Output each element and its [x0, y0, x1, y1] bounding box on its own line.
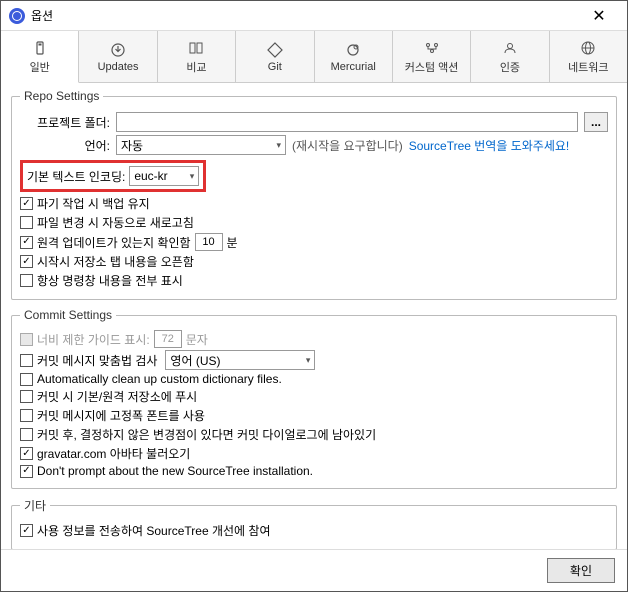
- other-settings-group: 기타 사용 정보를 전송하여 SourceTree 개선에 참여: [11, 497, 617, 549]
- encoding-highlight: 기본 텍스트 인코딩: euc-kr: [20, 160, 206, 192]
- checkbox-backup[interactable]: [20, 197, 33, 210]
- other-legend: 기타: [20, 497, 50, 514]
- checkbox-open-tabs[interactable]: [20, 255, 33, 268]
- tab-updates[interactable]: Updates: [79, 31, 157, 82]
- width-suffix: 문자: [186, 331, 208, 348]
- repo-settings-group: Repo Settings 프로젝트 폴더: ... 언어: 자동 (재시작을 …: [11, 89, 617, 300]
- checkbox-no-prompt[interactable]: [20, 465, 33, 478]
- tab-label: Git: [268, 61, 282, 73]
- tab-label: Updates: [98, 61, 139, 73]
- tab-mercurial[interactable]: Mercurial: [315, 31, 393, 82]
- tab-label: 일반: [30, 59, 50, 75]
- network-icon: [579, 39, 597, 57]
- checkbox-spellcheck[interactable]: [20, 354, 33, 367]
- user-icon: [501, 39, 519, 57]
- checkbox-label: gravatar.com 아바타 불러오기: [37, 445, 190, 462]
- restart-note: (재시작을 요구합니다): [292, 137, 403, 154]
- tab-auth[interactable]: 인증: [471, 31, 549, 82]
- checkbox-label: Automatically clean up custom dictionary…: [37, 372, 282, 386]
- footer: 확인: [1, 549, 627, 591]
- tab-custom-actions[interactable]: 커스텀 액션: [393, 31, 471, 82]
- tab-label: 커스텀 액션: [405, 59, 459, 75]
- general-icon: [31, 39, 49, 57]
- checkbox-clean-dict[interactable]: [20, 373, 33, 386]
- checkbox-label: 커밋 메시지에 고정폭 폰트를 사용: [37, 407, 205, 424]
- titlebar: 옵션 ✕: [1, 1, 627, 31]
- window-title: 옵션: [31, 7, 579, 24]
- tabbar: 일반 Updates 비교 Git Mercurial 커스텀 액션 인증 네: [1, 31, 627, 83]
- checkbox-fixed-font[interactable]: [20, 409, 33, 422]
- checkbox-push-commit[interactable]: [20, 390, 33, 403]
- actions-icon: [423, 39, 441, 57]
- checkbox-autorefresh[interactable]: [20, 216, 33, 229]
- checkbox-show-command[interactable]: [20, 274, 33, 287]
- project-folder-input[interactable]: [116, 112, 578, 132]
- language-label: 언어:: [20, 137, 110, 154]
- checkbox-stay-dialog[interactable]: [20, 428, 33, 441]
- content-area: Repo Settings 프로젝트 폴더: ... 언어: 자동 (재시작을 …: [1, 83, 627, 549]
- repo-legend: Repo Settings: [20, 89, 103, 103]
- commit-legend: Commit Settings: [20, 308, 116, 322]
- tab-general[interactable]: 일반: [1, 31, 79, 83]
- encoding-label: 기본 텍스트 인코딩:: [27, 168, 125, 185]
- app-icon: [9, 8, 25, 24]
- tab-label: Mercurial: [331, 61, 376, 73]
- checkbox-label: 시작시 저장소 탭 내용을 오픈함: [37, 253, 194, 270]
- options-window: 옵션 ✕ 일반 Updates 비교 Git Mercurial 커스텀 액션: [0, 0, 628, 592]
- width-label: 너비 제한 가이드 표시:: [37, 331, 150, 348]
- remote-interval-input[interactable]: 10: [195, 233, 223, 251]
- checkbox-width-guide: [20, 333, 33, 346]
- checkbox-label: Don't prompt about the new SourceTree in…: [37, 464, 313, 478]
- tab-label: 인증: [500, 59, 520, 75]
- browse-button[interactable]: ...: [584, 112, 608, 132]
- checkbox-label: 항상 명령창 내용을 전부 표시: [37, 272, 183, 289]
- close-button[interactable]: ✕: [579, 1, 619, 30]
- download-icon: [109, 41, 127, 59]
- commit-settings-group: Commit Settings 너비 제한 가이드 표시:72문자 커밋 메시지…: [11, 308, 617, 489]
- project-folder-label: 프로젝트 폴더:: [20, 114, 110, 131]
- diff-icon: [187, 39, 205, 57]
- spell-lang-select[interactable]: 영어 (US): [165, 350, 315, 370]
- tab-network[interactable]: 네트워크: [550, 31, 627, 82]
- git-icon: [266, 41, 284, 59]
- ok-button[interactable]: 확인: [547, 558, 615, 583]
- checkbox-label: 사용 정보를 전송하여 SourceTree 개선에 참여: [37, 522, 270, 539]
- minutes-suffix: 분: [227, 234, 238, 251]
- checkbox-label: 파일 변경 시 자동으로 새로고침: [37, 214, 194, 231]
- tab-label: 비교: [186, 59, 206, 75]
- tab-diff[interactable]: 비교: [158, 31, 236, 82]
- mercurial-icon: [344, 41, 362, 59]
- tab-label: 네트워크: [568, 59, 608, 75]
- checkbox-remote-update[interactable]: [20, 236, 33, 249]
- checkbox-send-usage[interactable]: [20, 524, 33, 537]
- language-select[interactable]: 자동: [116, 135, 286, 155]
- checkbox-label: 파기 작업 시 백업 유지: [37, 195, 150, 212]
- spell-label: 커밋 메시지 맞춤법 검사: [37, 352, 157, 369]
- checkbox-label: 커밋 시 기본/원격 저장소에 푸시: [37, 388, 197, 405]
- width-input: 72: [154, 330, 182, 348]
- translate-link[interactable]: SourceTree 번역을 도와주세요!: [409, 137, 570, 154]
- checkbox-label: 커밋 후, 결정하지 않은 변경점이 있다면 커밋 다이얼로그에 남아있기: [37, 426, 376, 443]
- tab-git[interactable]: Git: [236, 31, 314, 82]
- encoding-select[interactable]: euc-kr: [129, 166, 199, 186]
- checkbox-gravatar[interactable]: [20, 447, 33, 460]
- checkbox-label: 원격 업데이트가 있는지 확인함: [37, 234, 191, 251]
